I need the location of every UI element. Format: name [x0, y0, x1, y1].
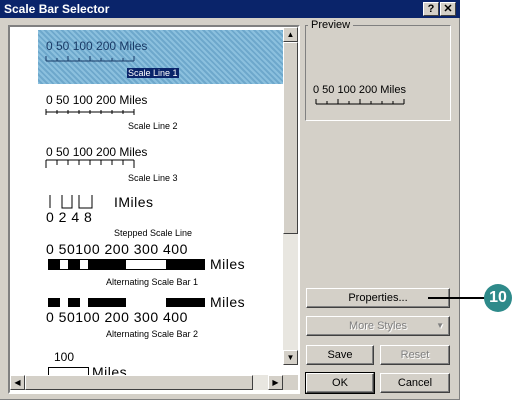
scale-numbers: 0 50100 200 300 400: [46, 309, 188, 325]
horizontal-scroll-thumb[interactable]: [25, 375, 253, 390]
more-styles-label: More Styles: [348, 320, 408, 332]
preview-scale-graphic: [315, 99, 405, 105]
preview-group: [305, 25, 451, 121]
help-button[interactable]: ?: [423, 2, 439, 16]
scale-numbers: 0 50100 200 300 400: [46, 241, 188, 257]
scale-line-graphic: [45, 56, 135, 62]
list-item-scale-line-2[interactable]: 0 50 100 200 Miles Scale Line 2: [10, 87, 291, 139]
ok-button[interactable]: OK: [305, 372, 375, 394]
stepped-unit: IMiles: [114, 194, 154, 210]
scroll-down-arrow-icon[interactable]: ▼: [283, 350, 298, 365]
close-button[interactable]: ✕: [440, 2, 456, 16]
scale-bar-selector-dialog: Scale Bar Selector ? ✕ 0 50 100 200 Mile…: [0, 0, 460, 400]
save-button[interactable]: Save: [306, 345, 374, 365]
scroll-right-arrow-icon[interactable]: ▶: [268, 375, 283, 390]
list-item-alternating-scale-bar-1[interactable]: 0 50100 200 300 400 Miles Alternating Sc…: [10, 241, 291, 291]
cancel-button[interactable]: Cancel: [380, 373, 450, 393]
vertical-scroll-thumb[interactable]: [283, 42, 298, 234]
stepped-line-graphic: [49, 195, 93, 209]
bar-unit: Miles: [210, 256, 246, 272]
list-item-scale-line-3[interactable]: 0 50 100 200 Miles Scale Line 3: [10, 139, 291, 191]
window-title: Scale Bar Selector: [4, 2, 110, 16]
list-item-stepped-scale-line[interactable]: IMiles 0 2 4 8 Stepped Scale Line: [10, 191, 291, 241]
more-styles-button[interactable]: More Styles ▼: [306, 316, 450, 336]
alternating-bar-graphic: [48, 259, 205, 270]
preview-label: Preview: [308, 19, 354, 31]
scale-numbers: 100: [54, 350, 75, 364]
scale-caption: Scale Line 2: [128, 121, 178, 131]
scale-numbers: 0 2 4 8: [46, 209, 93, 225]
list-item-alternating-scale-bar-2[interactable]: Miles 0 50100 200 300 400 Alternating Sc…: [10, 291, 291, 347]
scale-caption: Alternating Scale Bar 2: [106, 329, 199, 339]
scale-bar-list[interactable]: 0 50 100 200 Miles Scale Line 1 0 50 100…: [8, 25, 300, 394]
scale-numbers: 0 50 100 200 Miles: [46, 93, 148, 107]
scrollbar-corner: [283, 375, 298, 390]
scale-numbers: 0 50 100 200 Miles: [46, 39, 148, 53]
scale-caption: Scale Line 3: [128, 173, 178, 183]
scale-caption: Stepped Scale Line: [114, 228, 193, 238]
scale-numbers: 0 50 100 200 Miles: [46, 145, 148, 159]
callout-leader-line: [428, 297, 488, 299]
scroll-up-arrow-icon[interactable]: ▲: [283, 27, 298, 42]
scale-line-graphic: [45, 109, 135, 115]
scale-caption: Alternating Scale Bar 1: [106, 277, 199, 287]
reset-button[interactable]: Reset: [380, 345, 450, 365]
alternating-bar-graphic: [48, 298, 205, 307]
list-item-scale-line-1[interactable]: 0 50 100 200 Miles Scale Line 1: [10, 27, 291, 87]
title-bar: Scale Bar Selector ? ✕: [0, 0, 460, 18]
horizontal-scrollbar[interactable]: ◀ ▶: [10, 375, 283, 390]
dropdown-arrow-icon: ▼: [436, 321, 444, 330]
scroll-left-arrow-icon[interactable]: ◀: [10, 375, 25, 390]
scale-caption: Scale Line 1: [127, 68, 179, 78]
callout-number-badge: 10: [484, 284, 512, 312]
vertical-scrollbar[interactable]: ▲ ▼: [283, 27, 298, 365]
scale-line-graphic: [45, 159, 135, 168]
preview-scale-numbers: 0 50 100 200 Miles: [313, 84, 406, 96]
bar-unit: Miles: [210, 294, 246, 310]
